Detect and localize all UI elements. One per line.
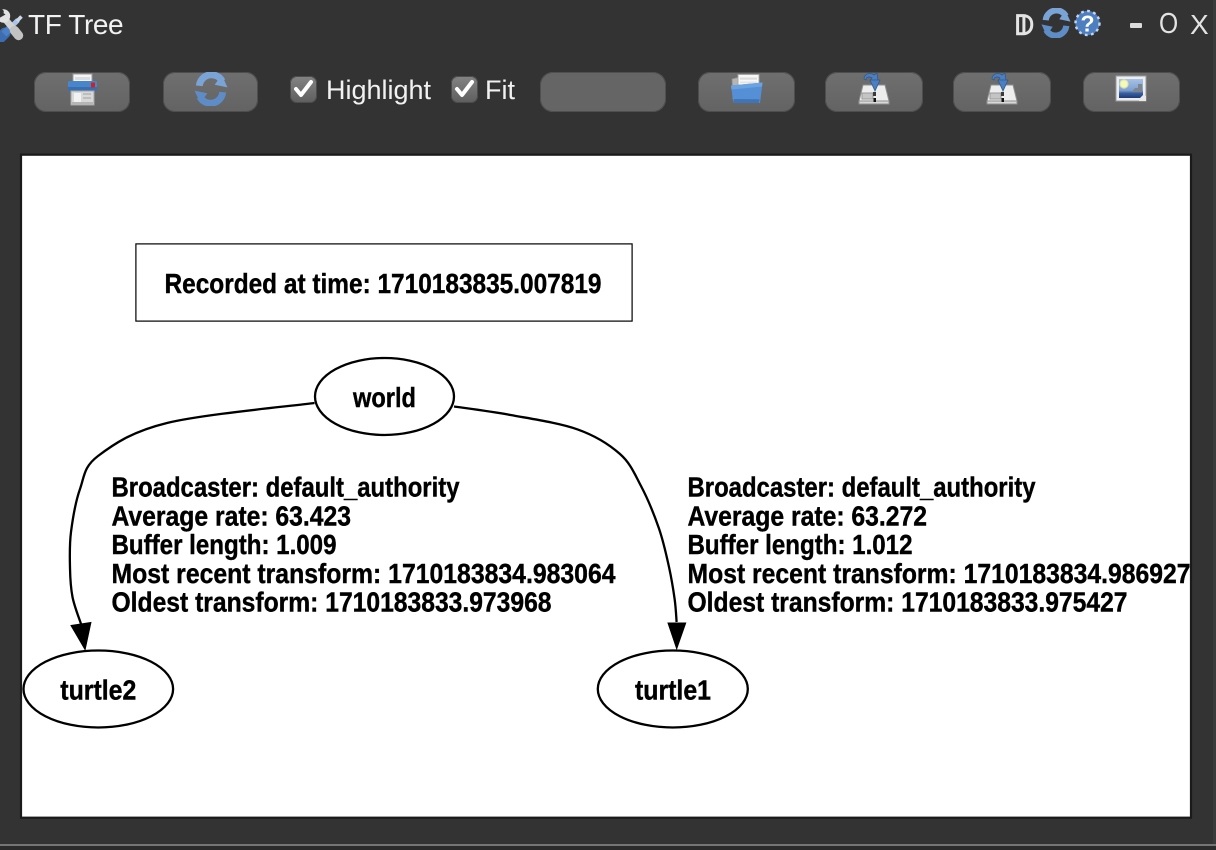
svg-text:turtle2: turtle2	[60, 675, 136, 706]
svg-text:Buffer length: 1.009: Buffer length: 1.009	[112, 529, 337, 560]
svg-text:Most recent transform: 1710183: Most recent transform: 1710183834.983064	[112, 558, 616, 589]
svg-text:Broadcaster: default_authority: Broadcaster: default_authority	[688, 472, 1036, 503]
svg-text:Buffer length: 1.012: Buffer length: 1.012	[688, 529, 913, 560]
svg-text:Recorded at time: 1710183835.0: Recorded at time: 1710183835.007819	[165, 268, 602, 299]
svg-text:Average rate: 63.423: Average rate: 63.423	[112, 500, 352, 531]
svg-text:Broadcaster: default_authority: Broadcaster: default_authority	[112, 472, 460, 503]
svg-text:world: world	[352, 382, 416, 413]
svg-text:turtle1: turtle1	[635, 675, 711, 706]
svg-text:Most recent transform: 1710183: Most recent transform: 1710183834.986927	[688, 558, 1191, 589]
svg-text:Average rate: 63.272: Average rate: 63.272	[688, 500, 928, 531]
svg-text:Oldest transform: 1710183833.9: Oldest transform: 1710183833.973968	[112, 587, 552, 618]
svg-text:Oldest transform: 1710183833.9: Oldest transform: 1710183833.975427	[688, 587, 1128, 618]
